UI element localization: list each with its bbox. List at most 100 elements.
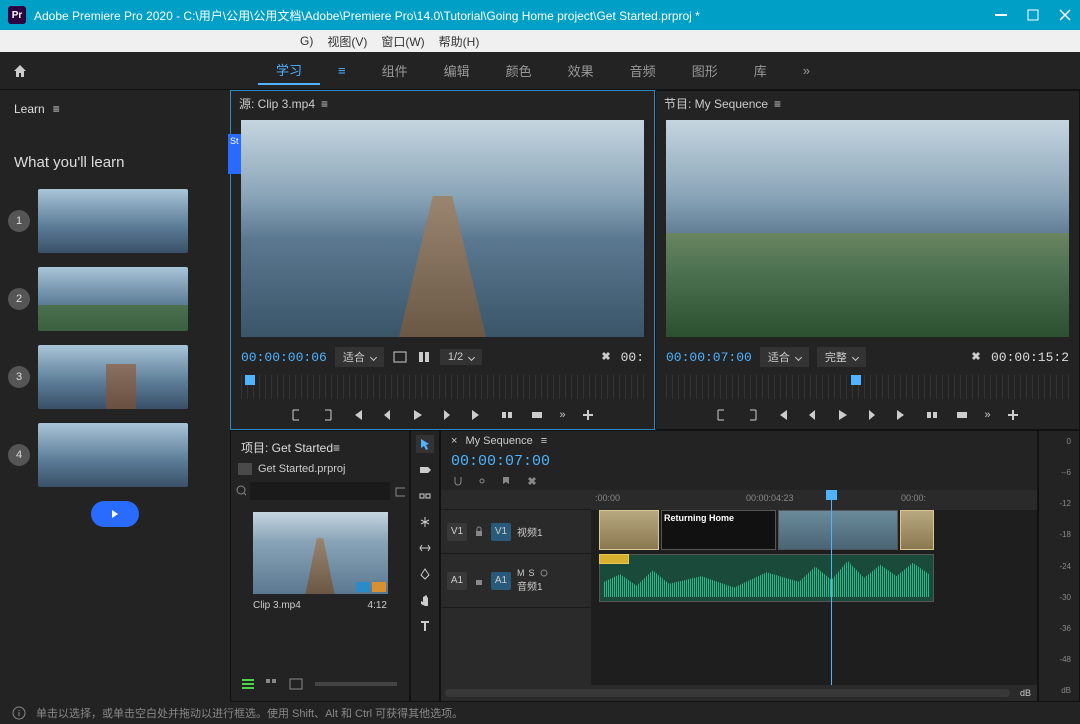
timeline-clip[interactable]: [599, 510, 659, 550]
home-icon[interactable]: [12, 63, 28, 79]
panel-menu-icon[interactable]: ≡: [53, 102, 60, 116]
settings-icon[interactable]: [967, 349, 983, 365]
play-button[interactable]: [409, 407, 425, 423]
minimize-button[interactable]: [994, 8, 1008, 22]
insert-button[interactable]: [499, 407, 515, 423]
go-to-in-button[interactable]: [349, 407, 365, 423]
source-timecode[interactable]: 00:00:00:06: [241, 350, 327, 365]
settings-icon[interactable]: [597, 349, 613, 365]
sync-lock-icon[interactable]: [473, 575, 485, 587]
maximize-button[interactable]: [1026, 8, 1040, 22]
timeline-title-clip[interactable]: Returning Home: [661, 510, 776, 550]
mark-in-button[interactable]: [714, 407, 730, 423]
workspace-tab-assembly[interactable]: 组件: [364, 57, 426, 84]
zoom-slider[interactable]: [315, 682, 397, 686]
learn-item-3[interactable]: 3: [8, 345, 222, 409]
mark-in-button[interactable]: [289, 407, 305, 423]
button-editor-icon[interactable]: [580, 407, 596, 423]
timeline-tracks-area[interactable]: :00:00 00:00:04:23 00:00: Returning Home: [591, 490, 1037, 685]
hand-tool[interactable]: [416, 591, 434, 609]
workspace-tab-effects[interactable]: 效果: [550, 57, 612, 84]
program-playhead[interactable]: [851, 375, 861, 385]
transport-overflow[interactable]: »: [559, 409, 565, 421]
bin-icon[interactable]: [394, 484, 405, 498]
toggle-icon[interactable]: [416, 349, 432, 365]
menu-item-view[interactable]: 视图(V): [327, 33, 367, 50]
step-back-button[interactable]: [804, 407, 820, 423]
safe-margins-icon[interactable]: [392, 349, 408, 365]
source-fit-dropdown[interactable]: 适合: [335, 347, 384, 367]
timeline-timecode[interactable]: 00:00:07:00: [441, 451, 1037, 472]
workspace-tab-color[interactable]: 颜色: [488, 57, 550, 84]
snap-icon[interactable]: [451, 474, 465, 488]
extract-button[interactable]: [954, 407, 970, 423]
type-tool[interactable]: [416, 617, 434, 635]
panel-menu-icon[interactable]: ≡: [333, 441, 340, 455]
project-clip-thumbnail[interactable]: [253, 512, 388, 594]
learn-item-2[interactable]: 2: [8, 267, 222, 331]
v1-target[interactable]: V1: [491, 523, 511, 541]
icon-view-icon[interactable]: [263, 677, 281, 691]
transport-overflow[interactable]: »: [984, 409, 990, 421]
timeline-audio-clip[interactable]: [599, 554, 934, 602]
source-time-ruler[interactable]: [241, 375, 644, 399]
linked-selection-icon[interactable]: [475, 474, 489, 488]
search-icon[interactable]: [235, 484, 246, 498]
freeform-view-icon[interactable]: [287, 677, 305, 691]
program-fit-dropdown[interactable]: 适合: [760, 347, 809, 367]
a1-source-patch[interactable]: A1: [447, 572, 467, 590]
play-button[interactable]: [834, 407, 850, 423]
panel-menu-icon[interactable]: ≡: [774, 97, 781, 111]
go-to-in-button[interactable]: [774, 407, 790, 423]
workspace-overflow[interactable]: »: [785, 59, 828, 82]
mark-out-button[interactable]: [744, 407, 760, 423]
timeline-audio-clip-marker[interactable]: [599, 554, 629, 564]
timeline-clip[interactable]: [778, 510, 898, 550]
button-editor-icon[interactable]: [1005, 407, 1021, 423]
step-forward-button[interactable]: [439, 407, 455, 423]
a1-target[interactable]: A1: [491, 572, 511, 590]
go-to-out-button[interactable]: [894, 407, 910, 423]
project-search-input[interactable]: [250, 482, 389, 500]
overwrite-button[interactable]: [529, 407, 545, 423]
source-playhead[interactable]: [245, 375, 255, 385]
program-time-ruler[interactable]: [666, 375, 1069, 399]
step-back-button[interactable]: [379, 407, 395, 423]
source-resolution-dropdown[interactable]: 1/2: [440, 349, 482, 365]
timeline-clip[interactable]: [900, 510, 934, 550]
panel-menu-icon[interactable]: ≡: [321, 97, 328, 111]
solo-button[interactable]: S: [529, 568, 535, 578]
razor-tool[interactable]: [416, 513, 434, 531]
workspace-tab-learn[interactable]: 学习: [258, 56, 320, 85]
learn-item-4[interactable]: 4: [8, 423, 222, 487]
timeline-ruler[interactable]: :00:00 00:00:04:23 00:00:: [591, 490, 1037, 510]
go-to-out-button[interactable]: [469, 407, 485, 423]
timeline-zoom-scrollbar[interactable]: [445, 689, 1010, 697]
mute-button[interactable]: M: [517, 568, 525, 578]
slip-tool[interactable]: [416, 539, 434, 557]
program-video-preview[interactable]: [666, 120, 1069, 337]
step-forward-button[interactable]: [864, 407, 880, 423]
workspace-tab-menu-icon[interactable]: ≡: [320, 59, 364, 82]
workspace-tab-editing[interactable]: 编辑: [426, 57, 488, 84]
ripple-edit-tool[interactable]: [416, 487, 434, 505]
voice-over-icon[interactable]: [539, 568, 549, 578]
timeline-playhead[interactable]: [831, 490, 832, 685]
menu-item-help[interactable]: 帮助(H): [439, 33, 480, 50]
timeline-settings-icon[interactable]: [523, 474, 537, 488]
source-video-preview[interactable]: [241, 120, 644, 337]
panel-menu-icon[interactable]: ≡: [541, 435, 547, 447]
learn-next-button[interactable]: [91, 501, 139, 527]
program-timecode[interactable]: 00:00:07:00: [666, 350, 752, 365]
timeline-close-icon[interactable]: ×: [451, 435, 457, 447]
workspace-tab-libraries[interactable]: 库: [736, 57, 785, 84]
workspace-tab-audio[interactable]: 音频: [612, 57, 674, 84]
learn-item-1[interactable]: 1: [8, 189, 222, 253]
lift-button[interactable]: [924, 407, 940, 423]
program-quality-dropdown[interactable]: 完整: [817, 347, 866, 367]
selection-tool[interactable]: [416, 435, 434, 453]
close-button[interactable]: [1058, 8, 1072, 22]
mark-out-button[interactable]: [319, 407, 335, 423]
sync-lock-icon[interactable]: [473, 526, 485, 538]
v1-source-patch[interactable]: V1: [447, 523, 467, 541]
